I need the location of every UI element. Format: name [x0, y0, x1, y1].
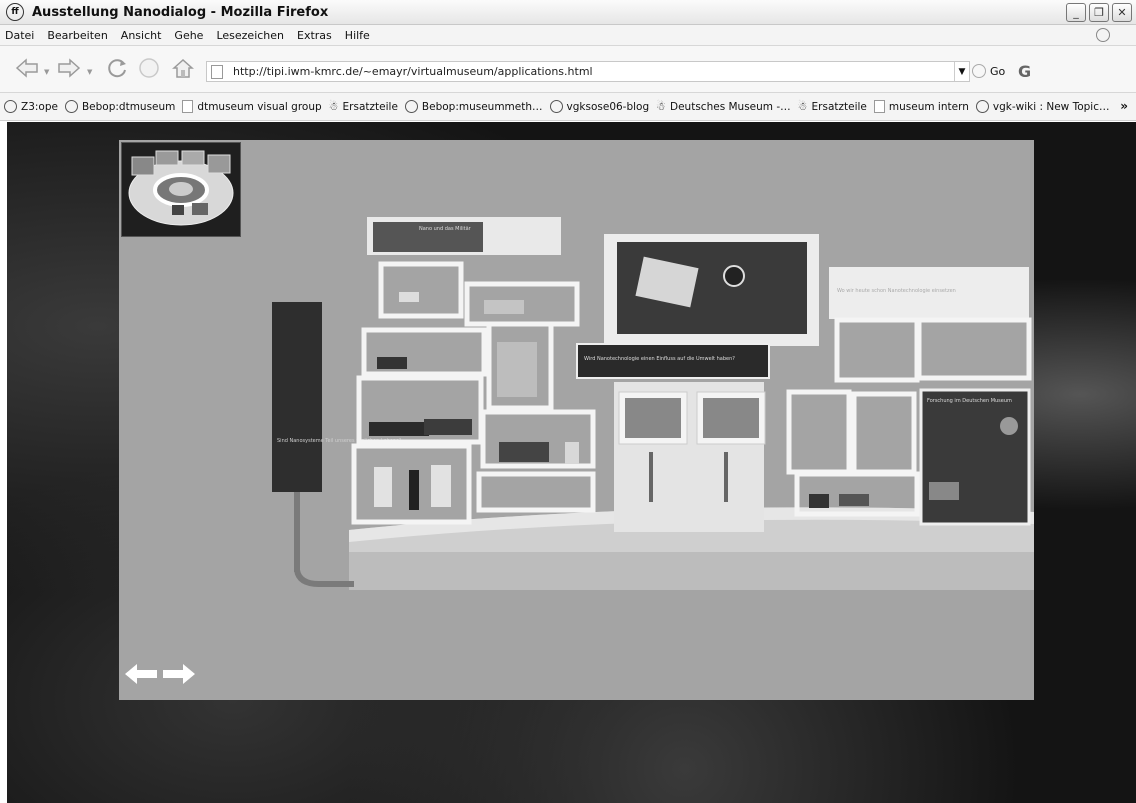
- bookmark-item[interactable]: vgksose06-blog: [549, 100, 650, 113]
- panel-top-text: Nano und das Militär: [419, 226, 472, 232]
- url-dropdown-icon[interactable]: ▼: [954, 62, 969, 81]
- go-icon: [972, 64, 986, 78]
- menu-hilfe[interactable]: Hilfe: [340, 29, 378, 42]
- bookmark-label: Bebop:museummeth…: [421, 100, 543, 113]
- bug-icon: ☃: [328, 100, 339, 113]
- page-icon: [873, 100, 885, 113]
- maximize-button[interactable]: ❐: [1089, 3, 1109, 22]
- bookmark-label: museum intern: [888, 100, 969, 113]
- bookmark-label: vgksose06-blog: [566, 100, 650, 113]
- next-arrow-button[interactable]: [161, 662, 197, 686]
- navigation-toolbar: ▼ ▼ http://tipi.iwm-kmrc.de/~emayr/virtu…: [0, 46, 1136, 93]
- stop-button[interactable]: [136, 56, 162, 80]
- globe-icon: [404, 100, 418, 113]
- go-label: Go: [990, 64, 1006, 78]
- bookmarks-overflow-button[interactable]: »: [1120, 99, 1128, 113]
- panel-right-text: Forschung im Deutschen Museum: [927, 398, 1012, 404]
- globe-icon: [549, 100, 563, 113]
- bug-icon: ☃: [656, 100, 667, 113]
- bookmark-item[interactable]: Z3:ope: [4, 100, 58, 113]
- bug-icon: ☃: [797, 100, 808, 113]
- forward-arrow-icon: [58, 58, 81, 78]
- page-content: Sind Nanosysteme Teil unseres täglichen …: [7, 122, 1136, 803]
- window-border: [0, 122, 7, 803]
- window-controls: _ ❐ ✕: [1066, 3, 1132, 22]
- menu-extras[interactable]: Extras: [292, 29, 340, 42]
- forward-dropdown-icon[interactable]: ▼: [87, 68, 92, 76]
- globe-icon: [4, 100, 17, 113]
- window-title: Ausstellung Nanodialog - Mozilla Firefox: [32, 4, 329, 20]
- forward-button[interactable]: [56, 56, 82, 80]
- bookmark-label: Ersatzteile: [342, 100, 398, 113]
- bookmark-label: vgk-wiki : New Topic…: [992, 100, 1110, 113]
- go-button[interactable]: Go: [972, 61, 1005, 81]
- back-arrow-icon: [15, 58, 38, 78]
- home-button[interactable]: [170, 56, 196, 80]
- bookmark-item[interactable]: dtmuseum visual group: [182, 100, 322, 113]
- menu-gehe[interactable]: Gehe: [169, 29, 211, 42]
- reload-icon: [108, 59, 126, 78]
- bookmark-label: Deutsches Museum -…: [670, 100, 791, 113]
- previous-arrow-button[interactable]: [123, 662, 159, 686]
- bookmark-label: dtmuseum visual group: [197, 100, 322, 113]
- bookmark-item[interactable]: ☃ Ersatzteile: [329, 101, 398, 113]
- bookmark-label: Z3:ope: [21, 100, 58, 113]
- stop-icon: [139, 58, 159, 78]
- minimize-button[interactable]: _: [1066, 3, 1086, 22]
- menu-lesezeichen[interactable]: Lesezeichen: [211, 29, 292, 42]
- url-bar[interactable]: http://tipi.iwm-kmrc.de/~emayr/virtualmu…: [206, 61, 970, 82]
- panel-center-text: Wird Nanotechnologie einen Einfluss auf …: [584, 356, 735, 362]
- bookmark-item[interactable]: museum intern: [873, 100, 969, 113]
- bookmark-label: Bebop:dtmuseum: [81, 100, 176, 113]
- close-button[interactable]: ✕: [1112, 3, 1132, 22]
- page-icon: [211, 64, 223, 79]
- globe-icon: [975, 100, 989, 113]
- bookmark-label: Ersatzteile: [811, 100, 867, 113]
- bookmark-item[interactable]: Bebop:museummeth…: [404, 100, 543, 113]
- reload-button[interactable]: [104, 56, 130, 80]
- minimap-image: [128, 150, 234, 226]
- page-icon: [182, 100, 194, 113]
- menu-bar: Datei Bearbeiten Ansicht Gehe Lesezeiche…: [0, 25, 1136, 46]
- bookmark-item[interactable]: Bebop:dtmuseum: [64, 100, 176, 113]
- exhibit-scene: Sind Nanosysteme Teil unseres täglichen …: [272, 217, 1034, 590]
- window-titlebar: ff Ausstellung Nanodialog - Mozilla Fire…: [0, 0, 1136, 25]
- home-icon: [172, 58, 194, 78]
- menu-ansicht[interactable]: Ansicht: [116, 29, 170, 42]
- exhibition-minimap[interactable]: [121, 142, 241, 237]
- bookmark-item[interactable]: vgk-wiki : New Topic…: [975, 100, 1110, 113]
- throbber-icon: [1096, 28, 1110, 42]
- bookmark-item[interactable]: ☃ Deutsches Museum -…: [656, 101, 791, 113]
- globe-icon: [64, 100, 78, 113]
- bookmark-item[interactable]: ☃ Ersatzteile: [798, 101, 867, 113]
- bookmarks-toolbar: Z3:ope Bebop:dtmuseum dtmuseum visual gr…: [0, 93, 1136, 121]
- virtual-museum-viewer[interactable]: Sind Nanosysteme Teil unseres täglichen …: [119, 140, 1034, 700]
- search-engine-icon[interactable]: G: [1018, 62, 1031, 81]
- url-text[interactable]: http://tipi.iwm-kmrc.de/~emayr/virtualmu…: [233, 65, 593, 78]
- menu-bearbeiten[interactable]: Bearbeiten: [42, 29, 115, 42]
- back-dropdown-icon[interactable]: ▼: [44, 68, 49, 76]
- panel-right-top-text: Wo wir heute schon Nanotechnologie einse…: [837, 288, 956, 294]
- back-button[interactable]: [14, 56, 40, 80]
- firefox-icon: ff: [6, 3, 24, 21]
- menu-datei[interactable]: Datei: [0, 29, 42, 42]
